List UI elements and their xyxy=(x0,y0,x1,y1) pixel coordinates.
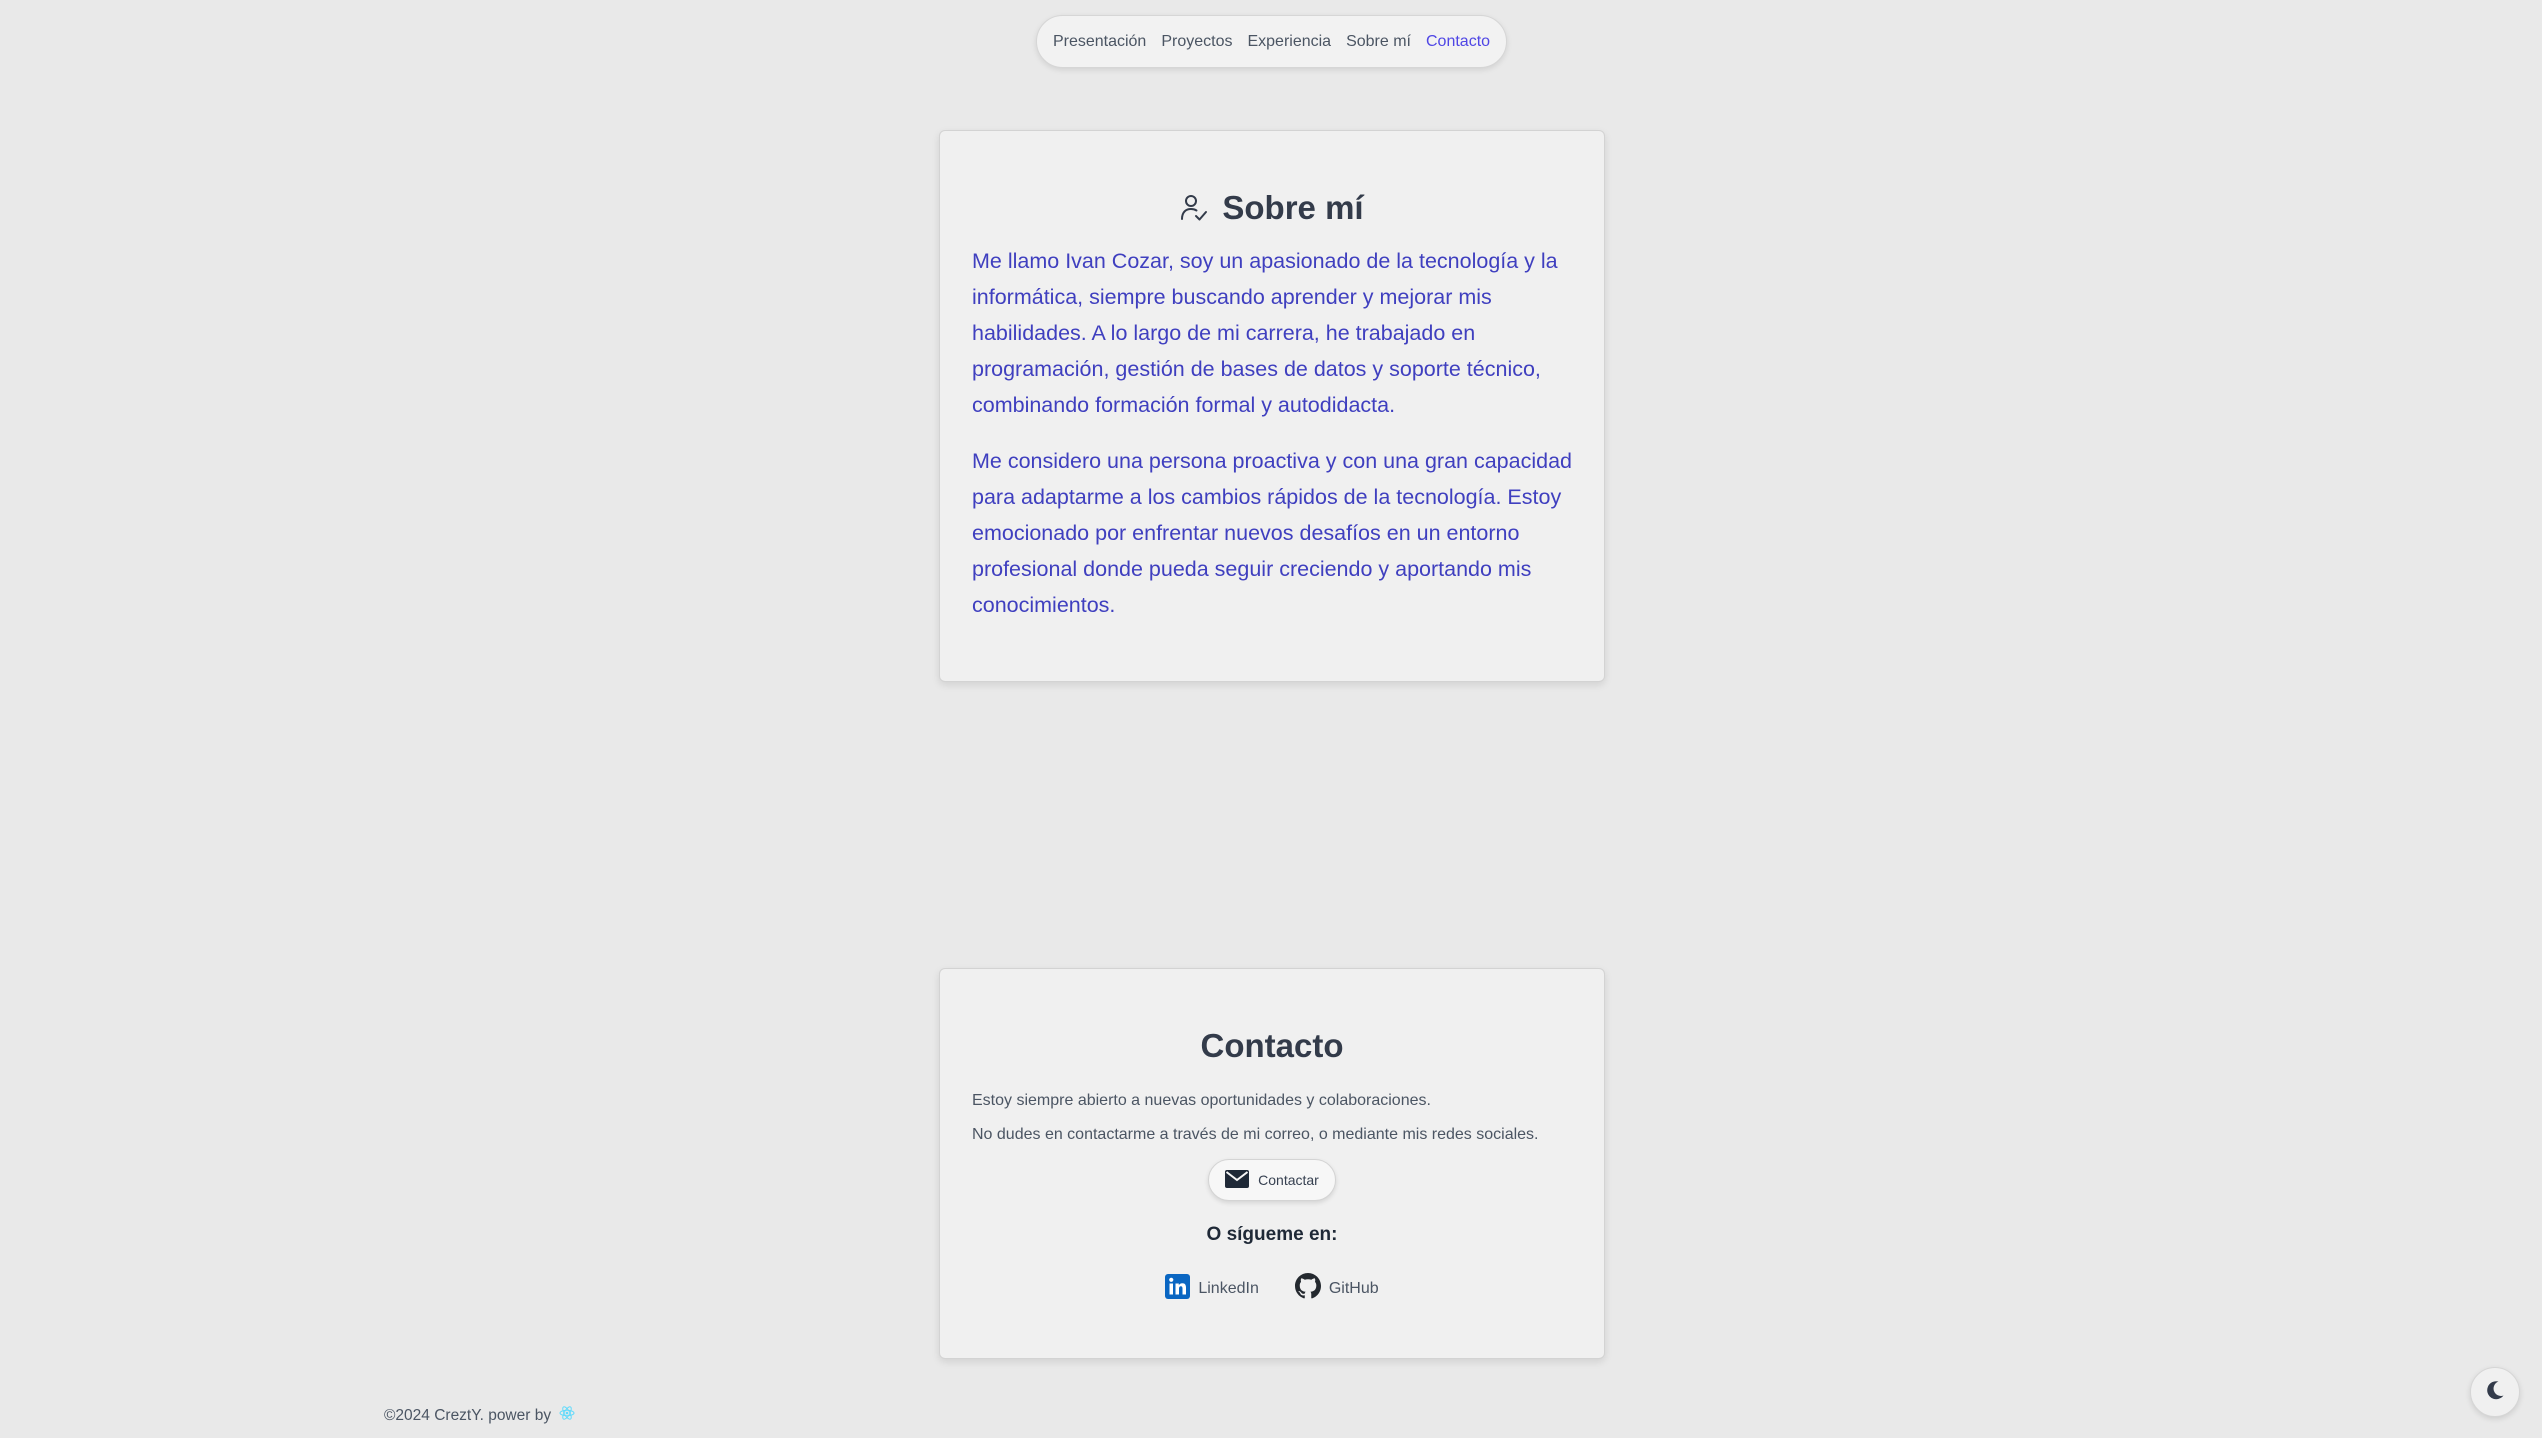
contact-button[interactable]: Contactar xyxy=(1208,1159,1336,1201)
nav-item-proyectos[interactable]: Proyectos xyxy=(1161,33,1232,51)
about-header: Sobre mí xyxy=(972,185,1572,231)
about-title: Sobre mí xyxy=(1222,189,1364,226)
top-nav: Presentación Proyectos Experiencia Sobre… xyxy=(1036,15,1507,68)
contact-button-label: Contactar xyxy=(1258,1172,1319,1188)
footer: ©2024 CreztY. power by xyxy=(384,1405,575,1426)
contact-button-wrap: Contactar xyxy=(972,1159,1572,1201)
nav-item-experiencia[interactable]: Experiencia xyxy=(1247,33,1331,51)
nav-item-contacto[interactable]: Contacto xyxy=(1426,33,1490,51)
github-icon xyxy=(1294,1273,1321,1304)
moon-icon xyxy=(2484,1379,2506,1406)
contact-card: Contacto Estoy siempre abierto a nuevas … xyxy=(939,968,1605,1359)
follow-title: O sígueme en: xyxy=(1206,1224,1338,1245)
user-check-icon xyxy=(1180,193,1208,223)
contact-title: Contacto xyxy=(1200,1027,1344,1064)
github-label: GitHub xyxy=(1328,1279,1379,1297)
about-paragraph-2: Me considero una persona proactiva y con… xyxy=(972,449,1572,617)
about-card: Sobre mí Me llamo Ivan Cozar, soy un apa… xyxy=(939,130,1605,682)
theme-toggle-button[interactable] xyxy=(2470,1367,2520,1417)
footer-text: ©2024 CreztY. power by xyxy=(384,1406,552,1424)
social-links: LinkedIn GitHub xyxy=(972,1273,1572,1304)
mail-icon xyxy=(1225,1169,1250,1191)
linkedin-link[interactable]: LinkedIn xyxy=(1165,1273,1259,1304)
contact-line-1: Estoy siempre abierto a nuevas oportunid… xyxy=(972,1092,1431,1109)
linkedin-icon xyxy=(1165,1273,1191,1304)
contact-line-2: No dudes en contactarme a través de mi c… xyxy=(972,1126,1539,1143)
nav-item-presentacion[interactable]: Presentación xyxy=(1053,33,1146,51)
react-icon xyxy=(559,1405,575,1426)
about-paragraph-1: Me llamo Ivan Cozar, soy un apasionado d… xyxy=(972,249,1558,417)
github-link[interactable]: GitHub xyxy=(1294,1273,1379,1304)
nav-item-sobre-mi[interactable]: Sobre mí xyxy=(1346,33,1411,51)
linkedin-label: LinkedIn xyxy=(1198,1279,1259,1297)
